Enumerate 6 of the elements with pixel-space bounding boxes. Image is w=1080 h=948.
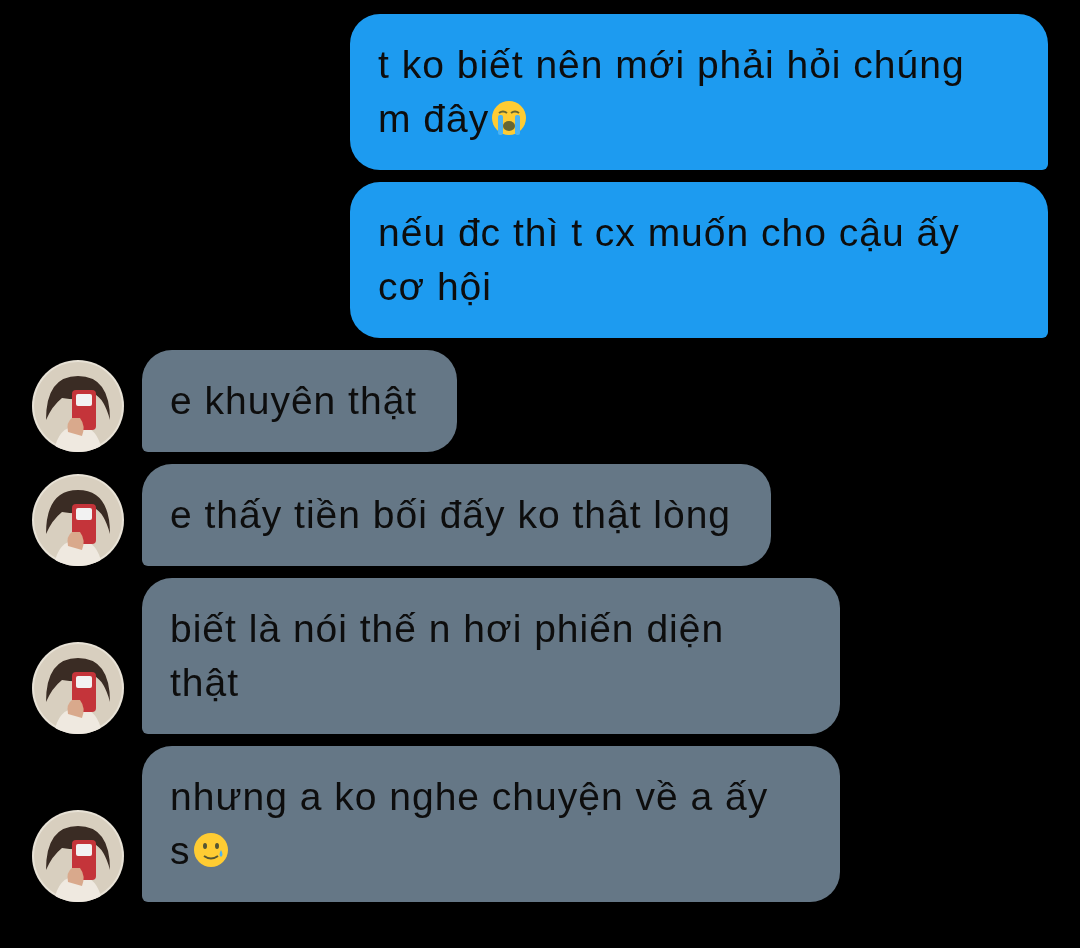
received-message-bubble: e khuyên thật [142,350,458,452]
sent-message-bubble: nếu đc thì t cx muốn cho cậu ấy cơ hội [350,182,1048,338]
received-message-bubble: nhưng a ko nghe chuyện về a ấy s [142,746,840,902]
received-message-bubble: e thấy tiền bối đấy ko thật lòng [142,464,772,566]
received-message-bubble: biết là nói thế n hơi phiến diện thật [142,578,840,734]
sent-message-bubble: t ko biết nên mới phải hỏi chúng m đây [350,14,1048,170]
